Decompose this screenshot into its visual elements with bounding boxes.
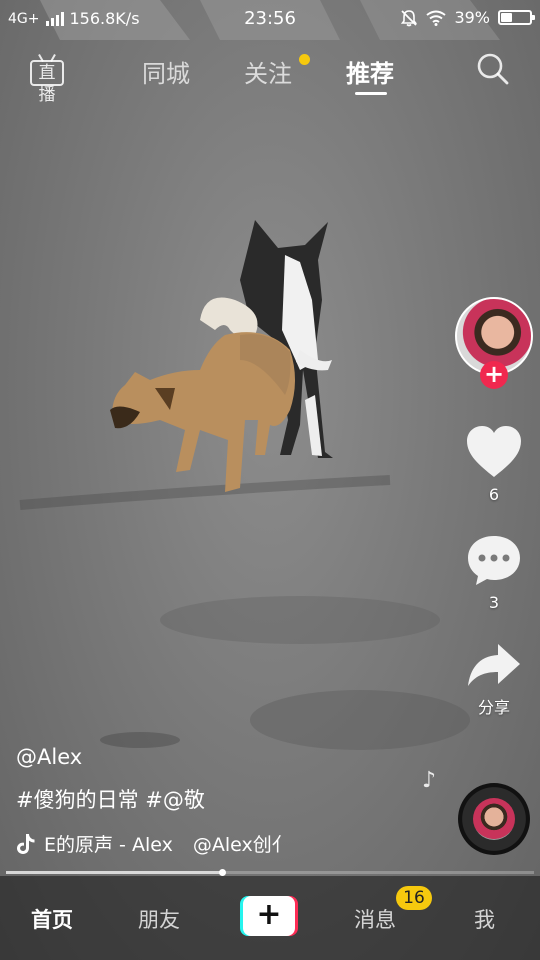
live-button[interactable]: 直播 bbox=[30, 54, 66, 105]
tab-following[interactable]: 关注 bbox=[244, 54, 292, 89]
nav-messages[interactable]: 消息 bbox=[354, 904, 396, 934]
nav-me[interactable]: 我 bbox=[474, 904, 495, 934]
share-arrow-icon bbox=[468, 644, 520, 686]
music-creator: @Alex创亻 bbox=[192, 834, 291, 856]
creator-avatar-button[interactable]: + bbox=[455, 297, 533, 389]
like-count: 6 bbox=[488, 485, 500, 504]
comment-button[interactable]: 3 bbox=[460, 533, 528, 612]
music-note-icon: ♪ bbox=[422, 768, 437, 793]
comment-count: 3 bbox=[488, 593, 500, 612]
nav-friends[interactable]: 朋友 bbox=[138, 904, 180, 934]
music-cover-avatar bbox=[473, 798, 515, 840]
video-caption[interactable]: #傻狗的日常 #@敬 bbox=[16, 784, 205, 814]
wifi-icon bbox=[426, 10, 447, 26]
share-label: 分享 bbox=[477, 698, 510, 717]
follow-button[interactable]: + bbox=[480, 361, 508, 389]
plus-icon: + bbox=[243, 896, 295, 936]
search-icon[interactable] bbox=[476, 52, 510, 86]
create-button[interactable]: + bbox=[240, 896, 298, 936]
share-button[interactable]: 分享 bbox=[460, 642, 528, 718]
tiktok-note-icon bbox=[17, 833, 35, 854]
music-title: E的原声 - Alex bbox=[44, 834, 173, 856]
mute-bell-icon bbox=[401, 9, 418, 26]
tab-nearby[interactable]: 同城 bbox=[142, 54, 190, 89]
like-button[interactable]: 6 bbox=[460, 425, 528, 504]
following-update-dot bbox=[299, 54, 310, 65]
comment-icon bbox=[468, 536, 520, 585]
tab-recommended[interactable]: 推荐 bbox=[346, 54, 394, 89]
music-info[interactable]: E的原声 - Alex @Alex创亻 bbox=[16, 830, 312, 857]
messages-badge: 16 bbox=[396, 886, 432, 910]
bottom-nav: 首页 朋友 + 消息 16 我 bbox=[0, 876, 540, 960]
top-nav: 直播 同城 关注 推荐 bbox=[0, 44, 540, 105]
status-bar: 4G+ 156.8K/s 23:56 39% bbox=[0, 0, 540, 36]
battery-icon bbox=[498, 10, 535, 25]
video-progress-bar[interactable] bbox=[6, 869, 534, 876]
battery-percent: 39% bbox=[454, 8, 490, 27]
nav-home[interactable]: 首页 bbox=[31, 904, 73, 934]
heart-icon bbox=[467, 426, 521, 477]
music-disc-button[interactable] bbox=[458, 783, 530, 855]
live-icon: 直播 bbox=[30, 60, 64, 105]
active-tab-indicator bbox=[355, 92, 387, 95]
author-handle[interactable]: @Alex bbox=[16, 745, 82, 769]
